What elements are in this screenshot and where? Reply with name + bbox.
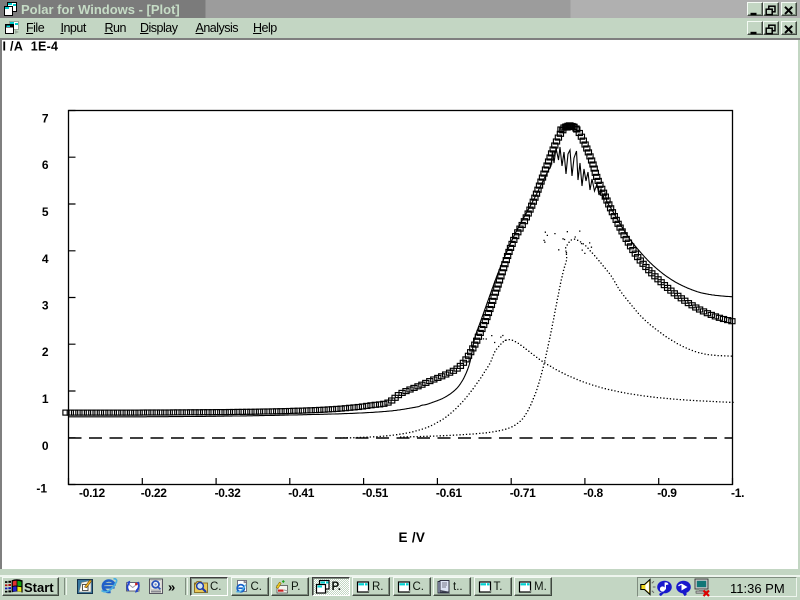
svg-text:-0.71: -0.71 (510, 486, 536, 500)
svg-text:6: 6 (42, 158, 49, 172)
svg-text:-0.8: -0.8 (583, 486, 603, 500)
svg-text:1: 1 (42, 392, 49, 406)
svg-text:-0.9: -0.9 (657, 486, 677, 500)
svg-text:-1: -1 (36, 482, 47, 496)
svg-text:E /V: E /V (399, 530, 426, 545)
svg-text:-1.: -1. (731, 486, 744, 500)
svg-text:5: 5 (42, 205, 49, 219)
svg-text:3: 3 (42, 299, 49, 313)
svg-text:7: 7 (42, 112, 49, 126)
svg-text:-0.22: -0.22 (141, 486, 167, 500)
svg-text:4: 4 (42, 252, 49, 266)
svg-text:-0.32: -0.32 (215, 486, 241, 500)
svg-text:»: » (168, 580, 175, 595)
svg-text:0: 0 (42, 439, 49, 453)
svg-text:-0.61: -0.61 (436, 486, 462, 500)
svg-text:2: 2 (42, 345, 49, 359)
svg-text:-0.41: -0.41 (288, 486, 314, 500)
svg-text:-0.12: -0.12 (79, 486, 105, 500)
svg-text:I /A 1E-4: I /A 1E-4 (3, 40, 59, 54)
svg-text:-0.51: -0.51 (362, 486, 388, 500)
